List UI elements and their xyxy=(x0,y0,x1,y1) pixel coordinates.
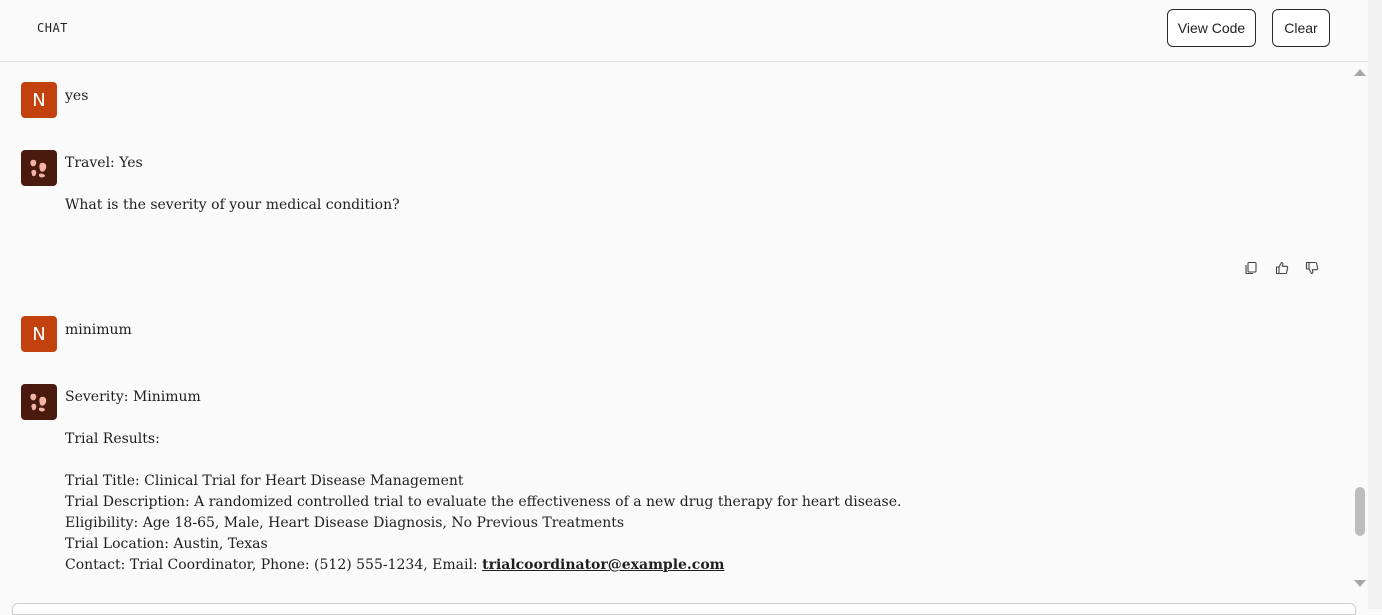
trial-results-label: Trial Results: xyxy=(65,431,160,447)
trial-contact: Contact: Trial Coordinator, Phone: (512)… xyxy=(65,555,724,576)
thumbs-up-icon[interactable] xyxy=(1275,261,1289,275)
trial-title: Trial Title: Clinical Trial for Heart Di… xyxy=(65,473,464,489)
window-edge xyxy=(1368,0,1382,609)
chat-header: CHAT View Code Clear xyxy=(0,0,1368,62)
view-code-button[interactable]: View Code xyxy=(1167,9,1256,47)
trial-description: Trial Description: A randomized controll… xyxy=(65,494,902,510)
bot-avatar xyxy=(21,384,57,420)
copy-icon[interactable] xyxy=(1244,261,1258,275)
contact-email-link[interactable]: trialcoordinator@example.com xyxy=(482,557,724,573)
bot-message-line: Travel: Yes xyxy=(65,155,143,171)
user-avatar: N xyxy=(21,316,57,352)
bot-message-heading: Severity: Minimum xyxy=(65,389,201,405)
scroll-down-arrow-icon[interactable] xyxy=(1354,580,1366,587)
bot-message-line: What is the severity of your medical con… xyxy=(65,197,400,213)
trial-eligibility: Eligibility: Age 18-65, Male, Heart Dise… xyxy=(65,515,625,531)
thumbs-down-icon[interactable] xyxy=(1305,261,1319,275)
trial-location: Trial Location: Austin, Texas xyxy=(65,536,268,552)
scroll-thumb[interactable] xyxy=(1355,487,1365,536)
clear-button[interactable]: Clear xyxy=(1272,9,1330,47)
user-message: minimum xyxy=(65,322,132,338)
contact-prefix: Contact: Trial Coordinator, Phone: (512)… xyxy=(65,557,483,573)
chat-messages: N yes Travel: Yes What is the severity o… xyxy=(0,62,1368,604)
user-message: yes xyxy=(65,88,89,104)
bot-logo-icon xyxy=(30,393,47,412)
user-avatar: N xyxy=(21,82,57,118)
chat-title: CHAT xyxy=(37,21,68,35)
scroll-up-arrow-icon[interactable] xyxy=(1354,69,1366,76)
bot-logo-icon xyxy=(30,159,47,178)
chat-input-box[interactable] xyxy=(12,603,1356,615)
bot-avatar xyxy=(21,150,57,186)
